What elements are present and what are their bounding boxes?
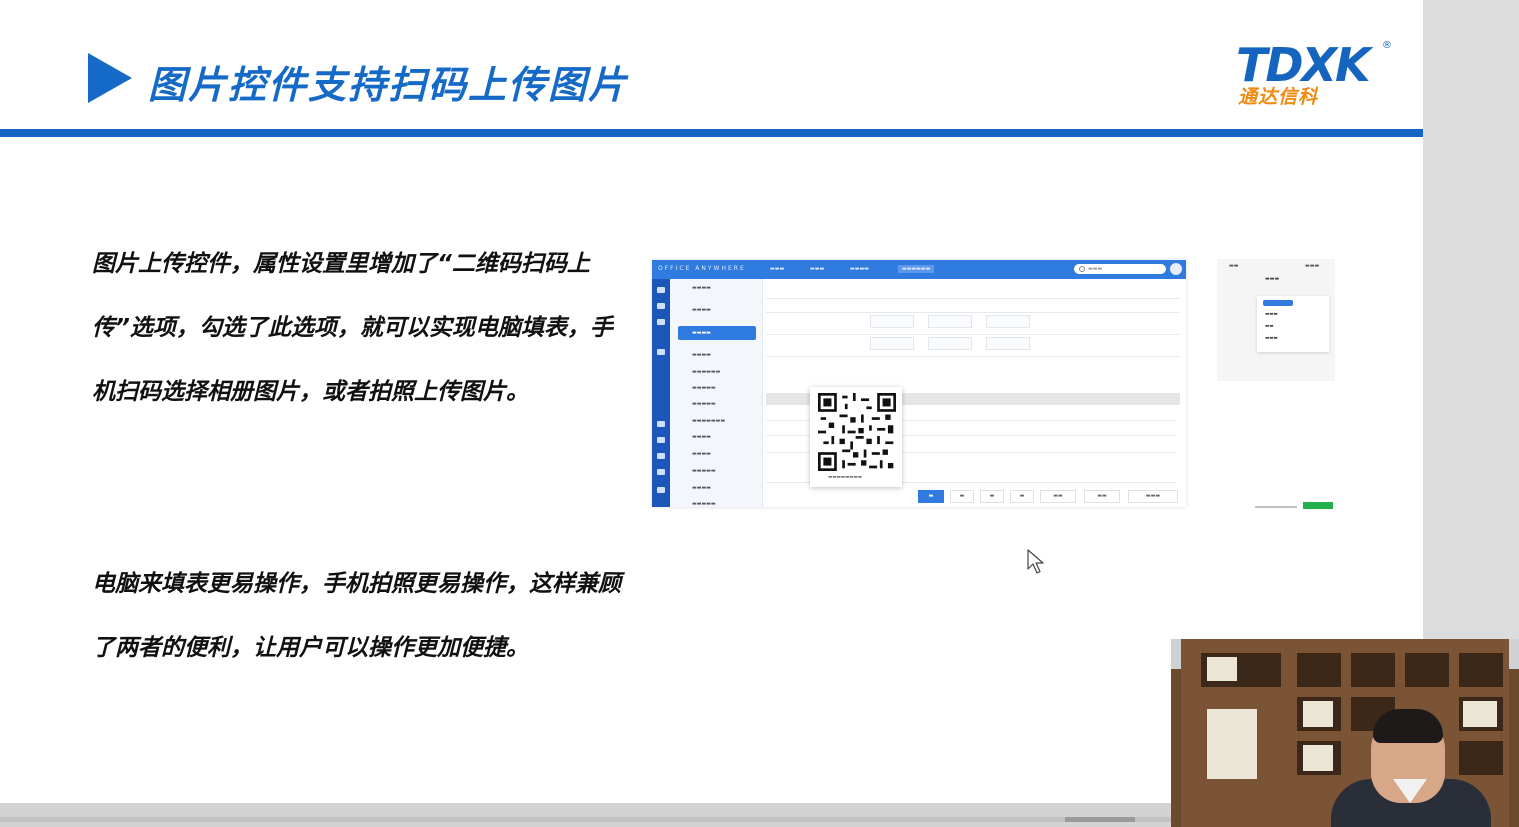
- description-paragraph-2: 电脑来填表更易操作，手机拍照更易操作，这样兼顾了两者的便利，让用户可以操作更加便…: [92, 571, 621, 661]
- screenshot-sub-nav-active: ▬▬▬▬: [678, 326, 756, 340]
- screenshot-button: ▬▬▬: [1128, 490, 1178, 503]
- qr-caption: ▬▬▬▬▬▬▬▬: [828, 475, 863, 480]
- phone-status-icons: ▬▬▬: [1305, 263, 1320, 269]
- mini-confirm-button: [1303, 502, 1333, 509]
- phone-menu-pill: [1263, 300, 1293, 306]
- mini-divider: [1255, 506, 1297, 508]
- product-screenshot: OFFICE ANYWHERE ▬▬▬ ▬▬▬ ▬▬▬▬ ▬▬▬▬▬▬ ▬▬▬ …: [652, 260, 1186, 507]
- phone-upload-menu: ▬▬▬ ▬▬ ▬▬▬: [1257, 296, 1329, 352]
- screenshot-button: ▬: [1010, 490, 1034, 503]
- screenshot-tab: ▬▬▬: [810, 266, 825, 272]
- phone-screenshot: ▬▬ ▬▬▬ ▬▬▬ ▬▬▬ ▬▬ ▬▬▬: [1217, 259, 1335, 381]
- logo-chinese-name: 通达信科: [1238, 86, 1319, 108]
- slide-title: 图片控件支持扫码上传图片: [148, 63, 629, 107]
- avatar: [1170, 263, 1182, 275]
- screenshot-left-nav: [652, 279, 670, 507]
- title-divider: [0, 129, 1423, 137]
- screenshot-topbar: OFFICE ANYWHERE ▬▬▬ ▬▬▬ ▬▬▬▬ ▬▬▬▬▬▬ ▬▬▬: [652, 260, 1186, 279]
- screenshot-button: ▬: [918, 490, 944, 503]
- logo-registered-mark: ®: [1382, 40, 1392, 51]
- search-placeholder: ▬▬▬: [1088, 266, 1103, 272]
- description-paragraph-1: 图片上传控件，属性设置里增加了“二维码扫码上传”选项，勾选了此选项，就可以实现电…: [92, 251, 613, 405]
- screenshot-tab: ▬▬▬▬: [850, 266, 869, 272]
- screenshot-brand-lettering: OFFICE ANYWHERE: [658, 265, 746, 272]
- company-logo: TDXK ® 通达信科: [1236, 38, 1396, 110]
- webcam-video: [1171, 639, 1519, 827]
- play-triangle-icon: [88, 53, 132, 103]
- qr-code-popup: ▬▬▬▬▬▬▬▬: [810, 387, 902, 487]
- qr-code-icon: [818, 393, 896, 471]
- phone-header: ▬▬▬: [1265, 276, 1280, 282]
- phone-status: ▬▬: [1229, 263, 1239, 269]
- screenshot-search: ▬▬▬: [1074, 264, 1166, 274]
- mouse-cursor-icon: [1027, 549, 1044, 574]
- screenshot-button: ▬▬: [1040, 490, 1076, 503]
- search-icon: [1079, 266, 1085, 272]
- screenshot-sub-nav: ▬▬▬▬ ▬▬▬▬ ▬▬▬▬ ▬▬▬▬ ▬▬▬▬▬▬ ▬▬▬▬▬ ▬▬▬▬▬ ▬…: [670, 279, 763, 507]
- screenshot-button: ▬: [980, 490, 1004, 503]
- screenshot-tab-active: ▬▬▬▬▬▬: [898, 265, 935, 273]
- screenshot-button: ▬: [950, 490, 974, 503]
- screenshot-button: ▬▬: [1084, 490, 1120, 503]
- scrollbar-thumb[interactable]: [1065, 817, 1135, 822]
- screenshot-tab: ▬▬▬: [770, 266, 785, 272]
